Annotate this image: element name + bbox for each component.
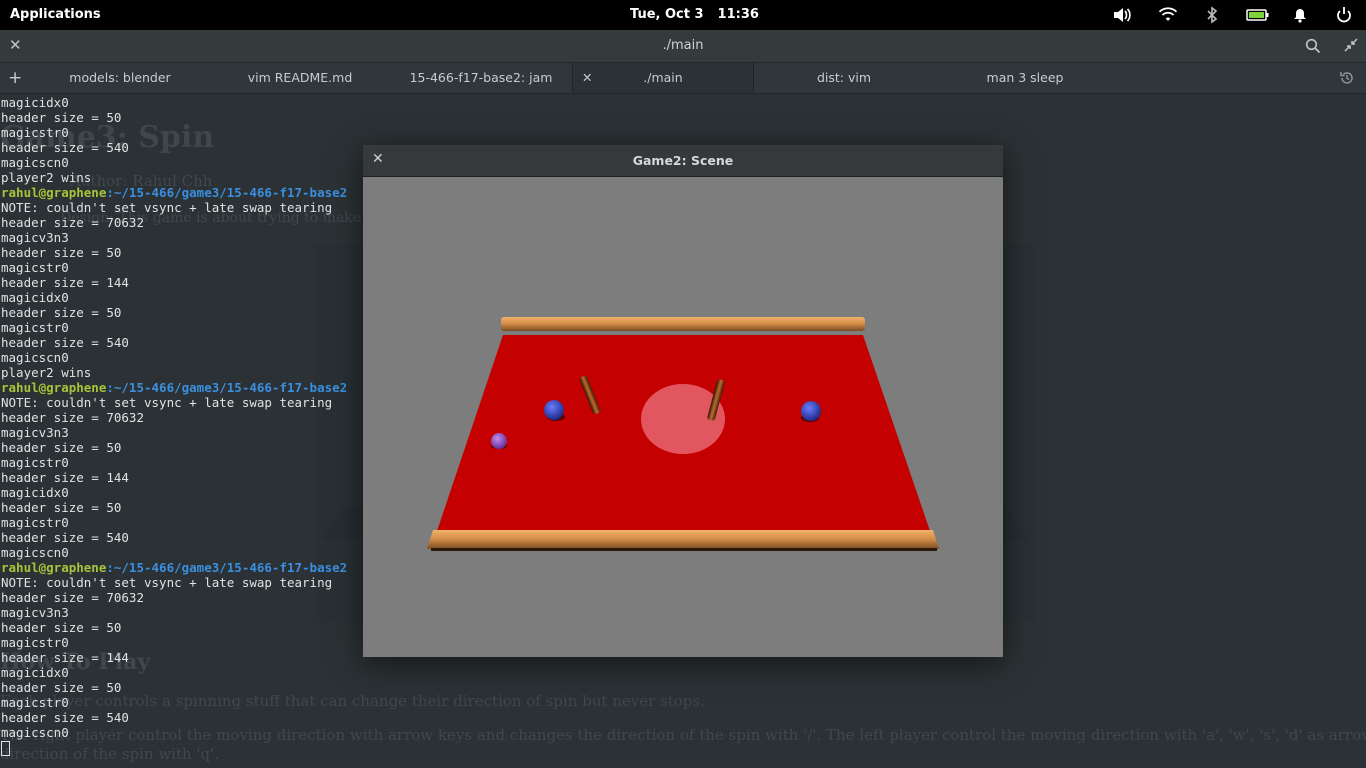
tab-label: vim README.md bbox=[247, 70, 353, 85]
tab-label: man 3 sleep bbox=[986, 70, 1064, 85]
game-window-title: Game2: Scene bbox=[632, 153, 734, 168]
clock[interactable]: Tue, Oct 3 11:36 bbox=[630, 7, 773, 22]
tab-dist-vim[interactable]: dist: vim bbox=[754, 63, 934, 93]
terminal-output: magicidx0 header size = 50 magicstr0 header… bbox=[1, 95, 347, 756]
game-window-titlebar[interactable]: ✕ Game2: Scene bbox=[363, 145, 1003, 177]
terminal-line: header size = 144 bbox=[1, 275, 129, 290]
terminal-line: header size = 50 bbox=[1, 245, 122, 260]
terminal-line: header size = 70632 bbox=[1, 590, 144, 605]
terminal-line: NOTE: couldn't set vsync + late swap tea… bbox=[1, 200, 333, 215]
tab-label: 15-466-f17-base2: jam bbox=[409, 70, 553, 85]
close-tab-icon[interactable]: ✕ bbox=[582, 63, 592, 93]
terminal-line: header size = 144 bbox=[1, 650, 129, 665]
terminal-line: rahul@graphene:~/15-466/game3/15-466-f17… bbox=[1, 560, 347, 575]
terminal-line: player2 wins bbox=[1, 170, 92, 185]
terminal-line: header size = 50 bbox=[1, 110, 122, 125]
terminal-line: header size = 70632 bbox=[1, 215, 144, 230]
terminal-line: magicstr0 bbox=[1, 635, 69, 650]
terminal-line: header size = 540 bbox=[1, 710, 129, 725]
terminal-title: ./main bbox=[662, 38, 704, 53]
terminal-line: header size = 50 bbox=[1, 500, 122, 515]
battery-icon[interactable] bbox=[1246, 6, 1270, 24]
terminal-line: header size = 144 bbox=[1, 470, 129, 485]
terminal-line: NOTE: couldn't set vsync + late swap tea… bbox=[1, 395, 333, 410]
terminal-line: magicv3n3 bbox=[1, 425, 69, 440]
terminal-line: header size = 540 bbox=[1, 140, 129, 155]
history-icon[interactable] bbox=[1339, 70, 1355, 86]
terminal-line: magicscn0 bbox=[1, 725, 69, 740]
terminal-line: magicstr0 bbox=[1, 695, 69, 710]
terminal-line: header size = 50 bbox=[1, 680, 122, 695]
terminal-line: rahul@graphene:~/15-466/game3/15-466-f17… bbox=[1, 185, 347, 200]
terminal-line: magicidx0 bbox=[1, 665, 69, 680]
tab-models-blender[interactable]: models: blender bbox=[30, 63, 210, 93]
terminal-line: magicidx0 bbox=[1, 290, 69, 305]
tab-man-sleep[interactable]: man 3 sleep bbox=[934, 63, 1116, 93]
date-label: Tue, Oct 3 bbox=[630, 7, 704, 22]
bottom-rail-shadow bbox=[431, 548, 937, 551]
terminal-line: player2 wins bbox=[1, 365, 92, 380]
top-panel: Applications Tue, Oct 3 11:36 bbox=[0, 0, 1366, 30]
tab-label: ./main bbox=[643, 70, 683, 85]
terminal-line: magicstr0 bbox=[1, 125, 69, 140]
wifi-icon[interactable] bbox=[1158, 6, 1178, 24]
terminal-line: header size = 50 bbox=[1, 620, 122, 635]
terminal-line: magicstr0 bbox=[1, 515, 69, 530]
terminal-line: magicidx0 bbox=[1, 95, 69, 110]
terminal-line: header size = 70632 bbox=[1, 410, 144, 425]
game-canvas[interactable] bbox=[363, 177, 1003, 657]
terminal-line: magicscn0 bbox=[1, 545, 69, 560]
terminal-line: magicscn0 bbox=[1, 350, 69, 365]
prompt-user: rahul@graphene bbox=[1, 560, 107, 575]
game-window[interactable]: ✕ Game2: Scene bbox=[363, 145, 1003, 657]
volume-icon[interactable] bbox=[1112, 6, 1132, 24]
terminal-line: rahul@graphene:~/15-466/game3/15-466-f17… bbox=[1, 380, 347, 395]
prompt-path: :~/15-466/game3/15-466-f17-base2 bbox=[106, 185, 348, 200]
terminal-line: magicv3n3 bbox=[1, 230, 69, 245]
bottom-rail bbox=[427, 530, 939, 549]
terminal-headerbar: ✕ ./main bbox=[0, 30, 1366, 63]
tab-label: models: blender bbox=[69, 70, 171, 85]
terminal-line bbox=[1, 740, 347, 756]
applications-menu[interactable]: Applications bbox=[10, 7, 101, 22]
blue-ball-left bbox=[544, 400, 564, 420]
time-label: 11:36 bbox=[717, 7, 759, 22]
power-icon[interactable] bbox=[1334, 6, 1354, 24]
bluetooth-icon[interactable] bbox=[1202, 6, 1222, 24]
terminal-line: magicstr0 bbox=[1, 320, 69, 335]
purple-ball bbox=[491, 433, 507, 449]
blue-ball-right bbox=[801, 401, 821, 421]
tab-vim-readme[interactable]: vim README.md bbox=[210, 63, 390, 93]
tab-label: dist: vim bbox=[816, 70, 872, 85]
prompt-path: :~/15-466/game3/15-466-f17-base2 bbox=[106, 380, 348, 395]
new-tab-button[interactable]: + bbox=[8, 63, 22, 93]
prompt-user: rahul@graphene bbox=[1, 380, 107, 395]
tab-main-active[interactable]: ✕ ./main bbox=[572, 63, 754, 93]
top-rail bbox=[501, 317, 865, 331]
terminal-line: magicv3n3 bbox=[1, 605, 69, 620]
search-icon[interactable] bbox=[1305, 38, 1321, 54]
terminal-line: header size = 50 bbox=[1, 305, 122, 320]
notification-icon[interactable] bbox=[1290, 6, 1310, 24]
terminal-line: magicscn0 bbox=[1, 155, 69, 170]
terminal-line: header size = 50 bbox=[1, 440, 122, 455]
terminal-line: header size = 540 bbox=[1, 335, 129, 350]
terminal-line: magicstr0 bbox=[1, 455, 69, 470]
terminal-cursor bbox=[1, 741, 10, 756]
game-scene bbox=[427, 317, 939, 551]
terminal-line: NOTE: couldn't set vsync + late swap tea… bbox=[1, 575, 333, 590]
restore-icon[interactable] bbox=[1344, 38, 1358, 52]
tab-bar: + models: blender vim README.md 15-466-f… bbox=[0, 63, 1366, 94]
tab-jam[interactable]: 15-466-f17-base2: jam bbox=[390, 63, 572, 93]
terminal-line: magicidx0 bbox=[1, 485, 69, 500]
terminal-line: header size = 540 bbox=[1, 530, 129, 545]
terminal-line: magicstr0 bbox=[1, 260, 69, 275]
prompt-path: :~/15-466/game3/15-466-f17-base2 bbox=[106, 560, 348, 575]
prompt-user: rahul@graphene bbox=[1, 185, 107, 200]
